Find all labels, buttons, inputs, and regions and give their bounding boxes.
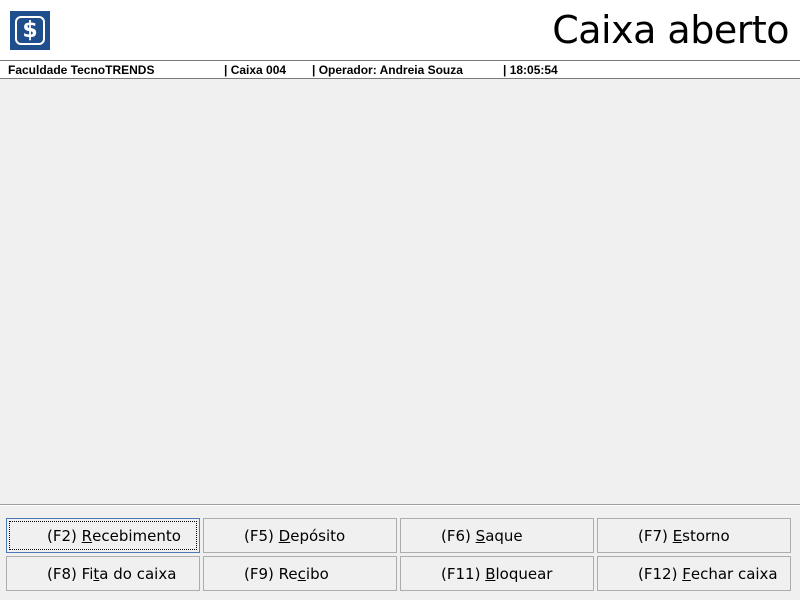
button-label-post: storno — [682, 526, 730, 545]
status-institution: Faculdade TecnoTRENDS — [8, 63, 155, 77]
page-title: Caixa aberto — [552, 8, 789, 52]
recibo-button[interactable]: (F9) Re c ibo — [203, 556, 397, 591]
button-mnemonic: B — [485, 564, 496, 583]
button-label-post: a do caixa — [99, 564, 177, 583]
button-key: (F9) — [244, 564, 274, 583]
button-key: (F6) — [441, 526, 471, 545]
logo-glyph: $ — [15, 16, 45, 45]
button-key: (F7) — [638, 526, 668, 545]
button-mnemonic: c — [297, 564, 306, 583]
dollar-sign-icon: $ — [10, 11, 50, 50]
fechar-caixa-button[interactable]: (F12) Fechar caixa — [597, 556, 791, 591]
button-label-post: ibo — [305, 564, 329, 583]
bloquear-button[interactable]: (F11) Bloquear — [400, 556, 594, 591]
main-content-area — [0, 80, 800, 504]
estorno-button[interactable]: (F7) Estorno — [597, 518, 791, 553]
button-label-pre: Re — [278, 564, 298, 583]
button-key: (F12) — [638, 564, 678, 583]
saque-button[interactable]: (F6) Saque — [400, 518, 594, 553]
button-label-post: aque — [485, 526, 523, 545]
button-mnemonic: D — [278, 526, 291, 545]
status-time: | 18:05:54 — [503, 63, 558, 77]
button-label-post: epósito — [290, 526, 346, 545]
header-bar: $ Caixa aberto — [0, 0, 800, 60]
divider — [0, 504, 800, 506]
button-label-post: loquear — [495, 564, 553, 583]
recebimento-button[interactable]: (F2) Recebimento — [6, 518, 200, 553]
button-key: (F11) — [441, 564, 481, 583]
status-operator: | Operador: Andreia Souza — [312, 63, 463, 77]
button-mnemonic: R — [81, 526, 93, 545]
fita-do-caixa-button[interactable]: (F8) Fi t a do caixa — [6, 556, 200, 591]
status-caixa: | Caixa 004 — [224, 63, 287, 77]
button-label-pre: Fi — [81, 564, 94, 583]
button-key: (F5) — [244, 526, 274, 545]
button-label-post: echar caixa — [690, 564, 778, 583]
button-key: (F2) — [47, 526, 77, 545]
button-key: (F8) — [47, 564, 77, 583]
deposito-button[interactable]: (F5) Depósito — [203, 518, 397, 553]
button-label-post: ecebimento — [92, 526, 181, 545]
status-bar: Faculdade TecnoTRENDS | Caixa 004 | Oper… — [0, 60, 800, 79]
button-mnemonic: E — [672, 526, 683, 545]
button-mnemonic: S — [475, 526, 486, 545]
button-mnemonic: F — [682, 564, 691, 583]
